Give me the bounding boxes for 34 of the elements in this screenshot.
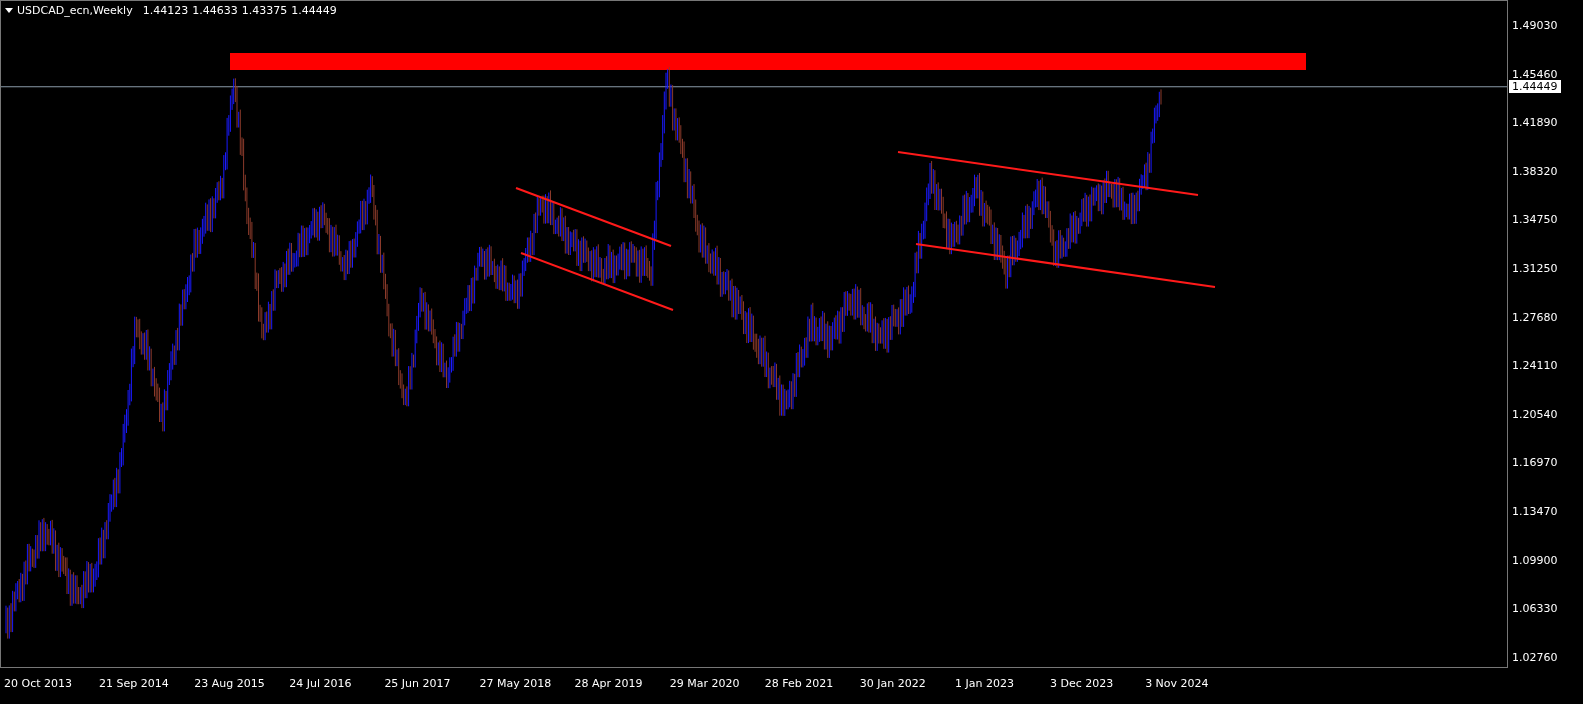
dropdown-triangle-icon[interactable] xyxy=(5,8,13,13)
price-label: 1.13470 xyxy=(1512,504,1558,518)
ohlc-value: 1.43375 xyxy=(241,4,288,17)
price-label: 1.49030 xyxy=(1512,19,1558,32)
date-label: 3 Dec 2023 xyxy=(1050,676,1114,690)
price-label: 1.24110 xyxy=(1512,359,1558,373)
date-label: 30 Jan 2022 xyxy=(859,676,926,690)
price-label: 1.02760 xyxy=(1512,650,1558,664)
date-label: 28 Apr 2019 xyxy=(574,676,643,690)
price-label: 1.41890 xyxy=(1512,116,1558,130)
date-label: 29 Mar 2020 xyxy=(669,676,740,690)
price-label: 1.09900 xyxy=(1512,553,1558,567)
price-label: 1.16970 xyxy=(1512,456,1558,470)
date-label: 28 Feb 2021 xyxy=(764,676,834,690)
ohlc-value: 1.44123 xyxy=(142,4,189,17)
ohlc-value: 1.44449 xyxy=(291,4,337,17)
date-label: 25 Jun 2017 xyxy=(384,676,451,690)
symbol-title: USDCAD_ecn,Weekly xyxy=(17,4,133,17)
date-label: 23 Aug 2015 xyxy=(194,676,265,690)
price-label: 1.20540 xyxy=(1512,407,1558,421)
current-price-label: 1.44449 xyxy=(1509,80,1561,93)
price-label: 1.38320 xyxy=(1512,164,1558,178)
date-label: 3 Nov 2024 xyxy=(1145,676,1209,690)
date-label: 20 Oct 2013 xyxy=(4,676,72,690)
price-label: 1.06330 xyxy=(1512,602,1558,616)
date-label: 21 Sep 2014 xyxy=(99,676,169,690)
date-label: 24 Jul 2016 xyxy=(289,676,352,690)
date-label: 27 May 2018 xyxy=(479,676,552,690)
price-label: 1.31250 xyxy=(1512,261,1558,275)
price-label: 1.45460 xyxy=(1512,67,1558,81)
price-label: 1.27680 xyxy=(1512,310,1558,324)
price-label: 1.34750 xyxy=(1512,213,1558,227)
ohlc-value: 1.44633 xyxy=(192,4,238,17)
date-label: 1 Jan 2023 xyxy=(954,676,1014,690)
